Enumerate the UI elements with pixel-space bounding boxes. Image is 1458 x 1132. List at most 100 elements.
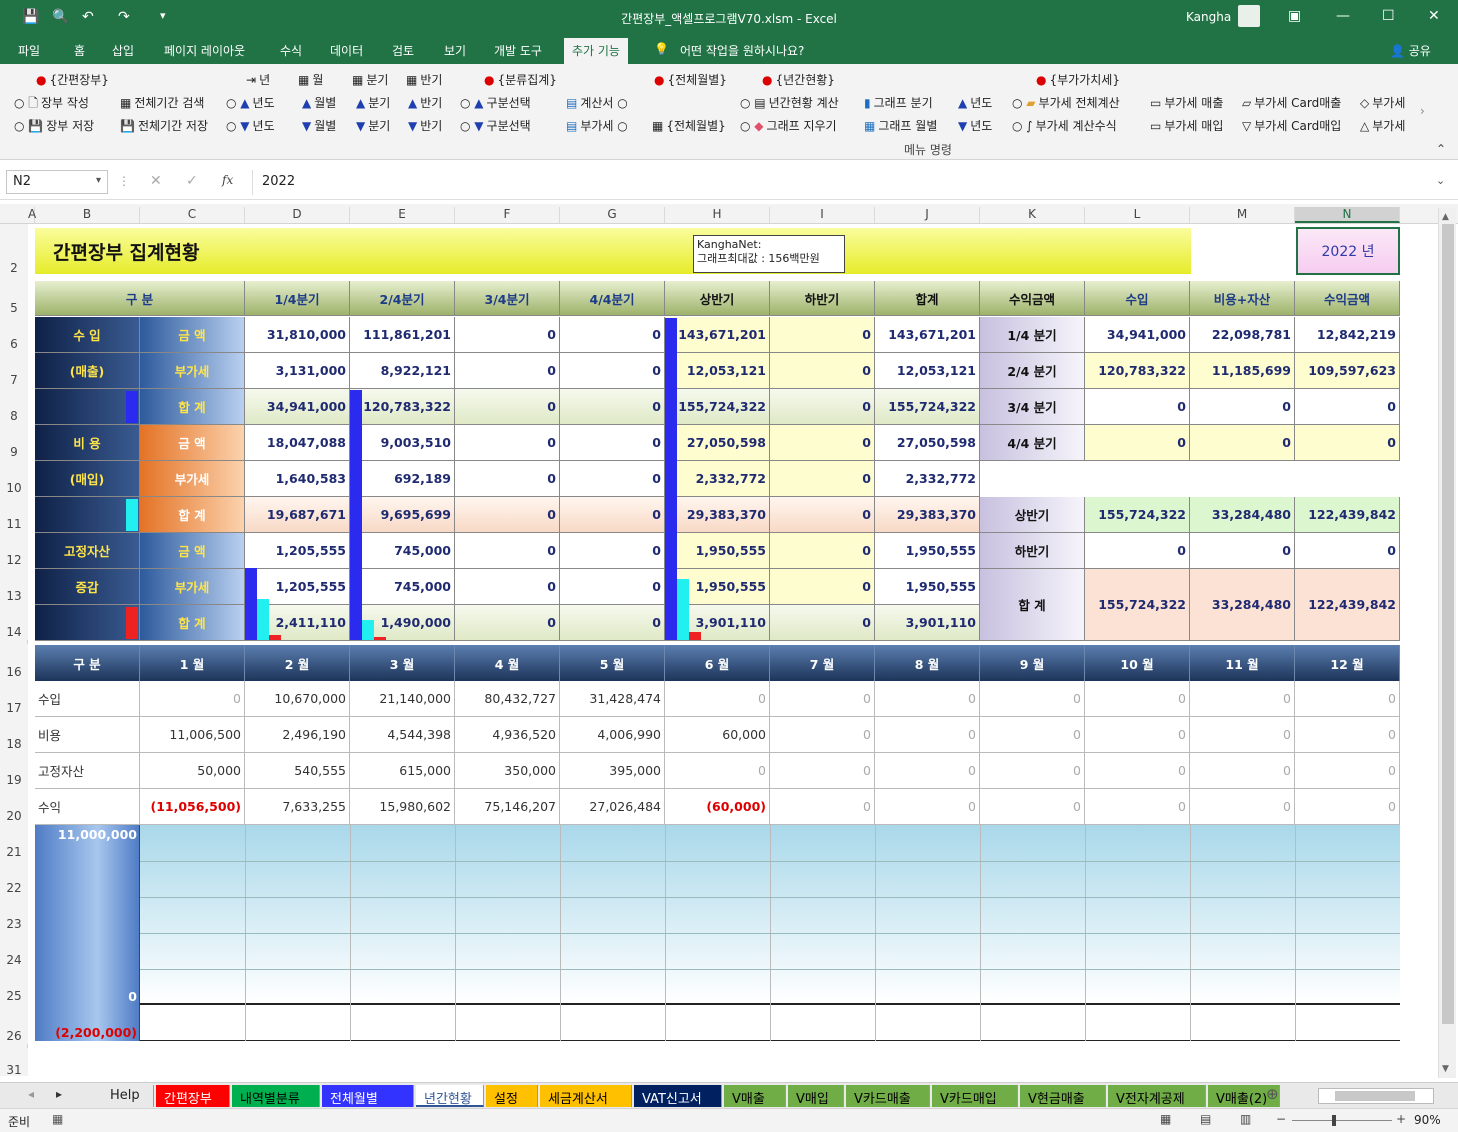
month-down-button[interactable]: ▼ 월별 [302,117,336,134]
year-cell[interactable]: 2022 년 [1296,227,1400,275]
sublabel-vat[interactable]: 부가세 [140,569,245,605]
month-cell[interactable]: 0 [665,753,770,789]
month-cell[interactable]: 0 [1085,717,1190,753]
profit-cell[interactable]: 109,597,623 [1295,353,1400,389]
sheet-tab[interactable]: 간편장부 [156,1085,230,1107]
quarter-button[interactable]: ▦ 분기 [352,71,388,88]
summary-header-2[interactable]: 2/4분기 [350,281,455,316]
month-header-5[interactable]: 5 월 [560,645,665,681]
scroll-thumb[interactable] [1442,224,1454,1024]
category-up-button[interactable]: ○ ▲ 구분선택 [460,94,531,111]
page-break-icon[interactable]: ▥ [1240,1112,1251,1126]
summary-cell[interactable]: 0 [455,317,560,353]
tab-file[interactable]: 파일 [18,42,40,59]
column-header-N[interactable]: N [1295,207,1400,223]
share-button[interactable]: 👤 공유 [1390,42,1431,59]
chevron-down-icon[interactable]: ▾ [96,175,101,186]
row-header-9[interactable]: 9 [0,424,28,460]
summary-cell[interactable]: 2,332,772 [875,461,980,497]
row-header-20[interactable]: 20 [0,788,28,824]
ribbon-display-icon[interactable]: ▣ [1288,8,1301,24]
column-header-H[interactable]: H [665,207,770,223]
profit-cell[interactable]: 0 [1190,389,1295,425]
vat-all-calc-button[interactable]: ○ ▰ 부가세 전체계산 [1012,94,1120,111]
formula-input[interactable] [252,170,1452,195]
month-header-2[interactable]: 2 월 [245,645,350,681]
quarter-label[interactable]: 2/4 분기 [980,353,1085,389]
summary-cell[interactable]: 0 [770,497,875,533]
summary-cell[interactable]: 0 [560,353,665,389]
axis-zero-label[interactable]: 0 [35,988,140,1004]
month-cell[interactable]: 0 [770,789,875,825]
summary-cell[interactable]: 0 [560,605,665,641]
month-cell[interactable]: 75,146,207 [455,789,560,825]
month-cell[interactable]: (11,056,500) [140,789,245,825]
sheet-tab[interactable]: V카드매입 [932,1085,1018,1107]
month-cell[interactable]: 0 [980,789,1085,825]
row-header-23[interactable]: 23 [0,896,28,932]
summary-cell[interactable]: 1,950,555 [665,533,770,569]
month-up-button[interactable]: ▲ 월별 [302,94,336,111]
month-header-9[interactable]: 9 월 [980,645,1085,681]
scroll-down-icon[interactable]: ▼ [1442,1064,1449,1074]
month-header-12[interactable]: 12 월 [1295,645,1400,681]
row-header-2[interactable]: 2 [0,224,28,280]
quarter-label[interactable]: 합 계 [980,569,1085,641]
summary-cell[interactable]: 31,810,000 [245,317,350,353]
quarter-label[interactable]: 1/4 분기 [980,317,1085,353]
sheet-tab[interactable]: V매출 [724,1085,786,1107]
profit-cell[interactable]: 34,941,000 [1085,317,1190,353]
month-row-label[interactable]: 비용 [35,717,140,753]
vat-extra-button-1[interactable]: ◇ 부가세 [1360,94,1405,111]
year-down-button[interactable]: ○ ▼ 년도 [226,117,275,134]
vat-purchase-button[interactable]: ▭ 부가세 매입 [1150,117,1223,134]
column-header-G[interactable]: G [560,207,665,223]
summary-cell[interactable]: 1,950,555 [875,569,980,605]
summary-cell[interactable]: 29,383,370 [665,497,770,533]
summary-cell[interactable]: 1,490,000 [350,605,455,641]
insert-function-icon[interactable]: fx [222,173,233,187]
month-cell[interactable]: 395,000 [560,753,665,789]
row-header-24[interactable]: 24 [0,932,28,968]
zoom-thumb[interactable] [1332,1115,1336,1126]
tab-review[interactable]: 검토 [392,42,414,59]
sheet-tab[interactable]: 전체월별 [322,1085,414,1107]
quarter-up-button[interactable]: ▲ 분기 [356,94,390,111]
profit-cell[interactable]: 22,098,781 [1190,317,1295,353]
summary-cell[interactable]: 0 [560,569,665,605]
profit-cell[interactable]: 0 [1190,533,1295,569]
month-header-7[interactable]: 7 월 [770,645,875,681]
summary-cell[interactable]: 0 [560,533,665,569]
quarter-label[interactable]: 하반기 [980,533,1085,569]
label-income-sub[interactable]: (매출) [35,353,140,389]
sheet-tab[interactable]: V카드매출 [846,1085,930,1107]
month-cell[interactable]: 0 [1190,753,1295,789]
tab-data[interactable]: 데이터 [330,42,363,59]
summary-cell[interactable]: 2,332,772 [665,461,770,497]
column-header-B[interactable]: B [35,207,140,223]
summary-cell[interactable]: 27,050,598 [665,425,770,461]
summary-cell[interactable]: 19,687,671 [245,497,350,533]
clear-graph-button[interactable]: ○ ◆ 그래프 지우기 [740,117,837,134]
summary-cell[interactable]: 0 [455,569,560,605]
month-cell[interactable]: 0 [875,789,980,825]
summary-cell[interactable]: 0 [770,389,875,425]
summary-cell[interactable]: 0 [770,569,875,605]
normal-view-icon[interactable]: ▦ [1160,1112,1171,1126]
annual-calc-button[interactable]: ○ ▤ 년간현황 계산 [740,94,839,111]
column-header-J[interactable]: J [875,207,980,223]
month-cell[interactable]: 0 [1295,753,1400,789]
half-down-button[interactable]: ▼ 반기 [408,117,442,134]
close-icon[interactable]: ✕ [1428,8,1440,24]
row-header-5[interactable]: 5 [0,280,28,316]
vat-card-purchase-button[interactable]: ▽ 부가세 Card매입 [1242,117,1341,134]
row-header-7[interactable]: 7 [0,352,28,388]
summary-header-11[interactable]: 수익금액 [1295,281,1400,316]
month-header-8[interactable]: 8 월 [875,645,980,681]
profit-cell[interactable]: 33,284,480 [1190,569,1295,641]
column-header-I[interactable]: I [770,207,875,223]
summary-cell[interactable]: 0 [455,497,560,533]
summary-cell[interactable]: 18,047,088 [245,425,350,461]
month-cell[interactable]: 0 [875,753,980,789]
graph-month-button[interactable]: ▦ 그래프 월별 [864,117,937,134]
